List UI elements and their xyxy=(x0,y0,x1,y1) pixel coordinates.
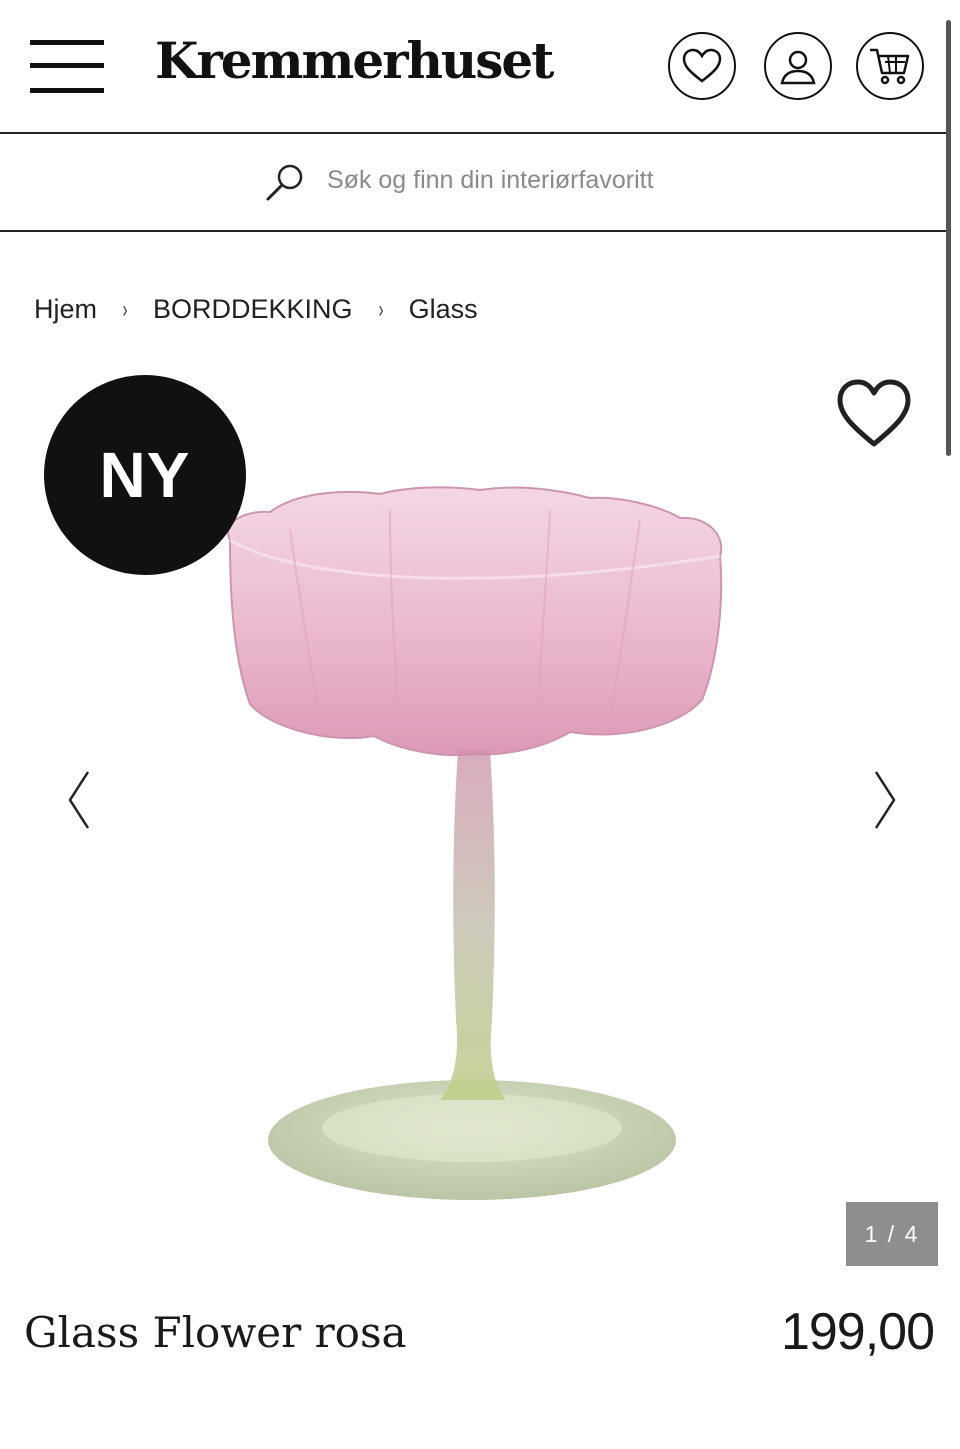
image-counter: 1 / 4 xyxy=(846,1202,938,1266)
breadcrumb: Hjem › BORDDEKKING › Glass xyxy=(34,294,478,325)
breadcrumb-item-hjem[interactable]: Hjem xyxy=(34,294,97,325)
chevron-right-icon[interactable] xyxy=(870,768,900,832)
cart-icon xyxy=(870,48,910,85)
breadcrumb-separator: › xyxy=(122,295,128,323)
wishlist-button[interactable] xyxy=(668,32,736,100)
hamburger-menu-icon[interactable] xyxy=(30,38,104,96)
search-input[interactable]: Søk og finn din interiørfavoritt xyxy=(327,166,654,195)
search-icon[interactable] xyxy=(264,162,306,204)
site-logo[interactable]: Kremmerhuset xyxy=(155,36,554,86)
breadcrumb-item-glass[interactable]: Glass xyxy=(409,294,478,325)
chevron-left-icon[interactable] xyxy=(64,768,94,832)
site-header: Kremmerhuset xyxy=(0,0,946,134)
breadcrumb-item-borddekking[interactable]: BORDDEKKING xyxy=(153,294,353,325)
product-image[interactable] xyxy=(190,460,750,1260)
product-price: 199,00 xyxy=(780,1303,935,1361)
account-button[interactable] xyxy=(764,32,832,100)
product-title: Glass Flower rosa xyxy=(24,1308,407,1357)
heart-icon[interactable] xyxy=(836,378,912,450)
user-icon xyxy=(780,50,816,85)
breadcrumb-separator: › xyxy=(378,295,383,323)
scrollbar[interactable] xyxy=(946,20,951,456)
new-badge: NY xyxy=(44,375,246,575)
cart-button[interactable] xyxy=(856,32,924,100)
heart-icon xyxy=(682,48,722,83)
